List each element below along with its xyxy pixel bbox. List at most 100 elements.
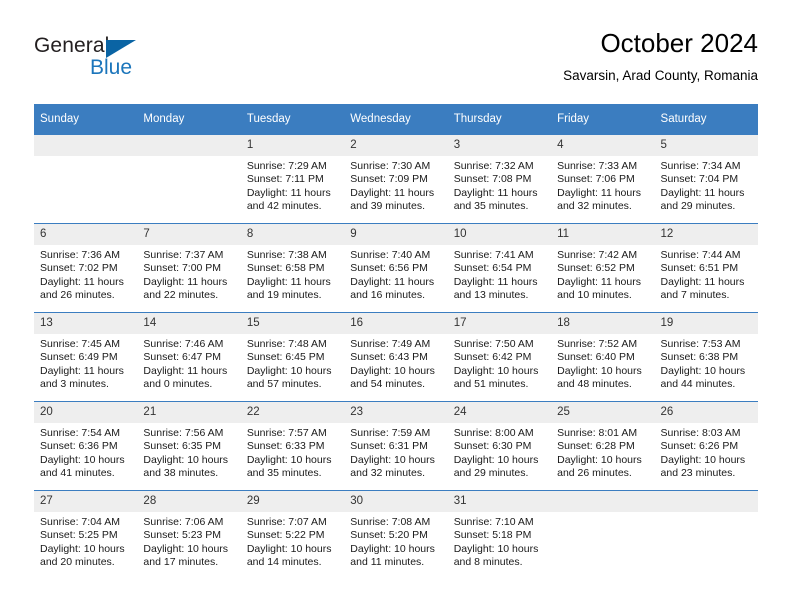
page-title: October 2024 xyxy=(600,28,758,58)
calendar-day-cell[interactable]: 20 Sunrise: 7:54 AM Sunset: 6:36 PM Dayligh… xyxy=(34,401,138,491)
calendar-day-cell[interactable]: 14 Sunrise: 7:46 AM Sunset: 6:47 PM Dayligh… xyxy=(137,312,241,402)
calendar-day-cell[interactable]: 5 Sunrise: 7:34 AM Sunset: 7:04 PM Daylight… xyxy=(654,134,758,224)
sunset-time: Sunset: 6:43 PM xyxy=(350,351,428,364)
day-number: 17 xyxy=(447,313,552,334)
sunset-time: Sunset: 6:30 PM xyxy=(453,440,532,453)
calendar-day-cell[interactable]: 29 Sunrise: 7:07 AM Sunset: 5:22 PM Dayligh… xyxy=(240,490,345,579)
calendar-day-cell[interactable]: 4 Sunrise: 7:33 AM Sunset: 7:06 PM Daylight… xyxy=(551,134,655,224)
calendar-day-cell[interactable]: 28 Sunrise: 7:06 AM Sunset: 5:23 PM Dayligh… xyxy=(137,490,241,579)
daylight-duration-line1: Daylight: 11 hours xyxy=(557,275,641,288)
day-number: 19 xyxy=(654,313,758,334)
day-details: Sunrise: 7:37 AM Sunset: 7:00 PM Daylight:… xyxy=(137,245,240,302)
day-details: Sunrise: 7:48 AM Sunset: 6:45 PM Daylight:… xyxy=(241,334,344,391)
daylight-duration-line2: and 0 minutes. xyxy=(143,377,213,390)
day-details: Sunrise: 7:56 AM Sunset: 6:35 PM Daylight:… xyxy=(137,423,240,480)
sunset-time: Sunset: 6:49 PM xyxy=(40,351,118,364)
sunrise-time: Sunrise: 7:52 AM xyxy=(557,338,638,350)
weekday-header-tuesday: Tuesday xyxy=(240,104,345,135)
day-details: Sunrise: 7:49 AM Sunset: 6:43 PM Daylight:… xyxy=(344,334,447,391)
calendar-day-cell[interactable]: 19 Sunrise: 7:53 AM Sunset: 6:38 PM Dayligh… xyxy=(654,312,758,402)
day-details: Sunrise: 8:01 AM Sunset: 6:28 PM Daylight:… xyxy=(551,423,654,480)
calendar-day-cell[interactable]: 16 Sunrise: 7:49 AM Sunset: 6:43 PM Dayligh… xyxy=(344,312,448,402)
calendar-day-cell[interactable]: 26 Sunrise: 8:03 AM Sunset: 6:26 PM Dayligh… xyxy=(654,401,758,491)
daylight-duration-line1: Daylight: 11 hours xyxy=(660,186,745,199)
daylight-duration-line2: and 48 minutes. xyxy=(557,377,632,390)
calendar-day-cell[interactable]: 15 Sunrise: 7:48 AM Sunset: 6:45 PM Dayligh… xyxy=(240,312,345,402)
sunrise-time: Sunrise: 7:49 AM xyxy=(350,338,431,350)
daylight-duration-line2: and 57 minutes. xyxy=(246,377,322,390)
calendar-day-cell[interactable]: 17 Sunrise: 7:50 AM Sunset: 6:42 PM Dayligh… xyxy=(447,312,552,402)
sunset-time: Sunset: 6:47 PM xyxy=(143,351,222,364)
sunrise-time: Sunrise: 7:53 AM xyxy=(660,338,741,350)
calendar-day-cell[interactable]: 30 Sunrise: 7:08 AM Sunset: 5:20 PM Dayligh… xyxy=(344,490,448,579)
day-details: Sunrise: 7:07 AM Sunset: 5:22 PM Daylight:… xyxy=(241,512,344,569)
sunrise-time: Sunrise: 7:48 AM xyxy=(246,338,327,350)
day-details: Sunrise: 7:38 AM Sunset: 6:58 PM Daylight:… xyxy=(241,245,344,302)
day-details: Sunrise: 7:46 AM Sunset: 6:47 PM Daylight:… xyxy=(137,334,240,391)
sunrise-time: Sunrise: 7:57 AM xyxy=(246,427,327,439)
daylight-duration-line1: Daylight: 10 hours xyxy=(350,453,435,466)
daylight-duration-line1: Daylight: 11 hours xyxy=(350,275,435,288)
calendar-day-cell[interactable]: 9 Sunrise: 7:40 AM Sunset: 6:56 PM Daylight… xyxy=(344,223,448,313)
calendar-day-cell[interactable]: 8 Sunrise: 7:38 AM Sunset: 6:58 PM Daylight… xyxy=(240,223,345,313)
general-blue-logo[interactable]: General Blue xyxy=(34,34,214,90)
sunrise-time: Sunrise: 7:40 AM xyxy=(350,249,431,261)
day-number xyxy=(34,135,138,156)
daylight-duration-line1: Daylight: 10 hours xyxy=(40,542,125,555)
sunrise-time: Sunrise: 8:01 AM xyxy=(557,427,638,439)
day-number: 14 xyxy=(137,313,241,334)
daylight-duration-line1: Daylight: 10 hours xyxy=(453,364,539,377)
logo-text-general: General xyxy=(34,34,110,57)
sunset-time: Sunset: 7:09 PM xyxy=(350,173,428,186)
calendar-day-cell-empty xyxy=(34,134,138,224)
calendar-day-cell[interactable]: 10 Sunrise: 7:41 AM Sunset: 6:54 PM Dayligh… xyxy=(447,223,552,313)
logo-text-blue: Blue xyxy=(90,56,133,79)
daylight-duration-line1: Daylight: 10 hours xyxy=(557,453,642,466)
day-details: Sunrise: 7:36 AM Sunset: 7:02 PM Daylight:… xyxy=(34,245,137,302)
sunset-time: Sunset: 7:08 PM xyxy=(453,173,532,186)
day-number: 21 xyxy=(137,402,241,423)
sunrise-time: Sunrise: 7:42 AM xyxy=(557,249,638,261)
calendar-day-cell[interactable]: 22 Sunrise: 7:57 AM Sunset: 6:33 PM Dayligh… xyxy=(240,401,345,491)
sunrise-time: Sunrise: 7:38 AM xyxy=(246,249,327,261)
calendar-day-cell[interactable]: 3 Sunrise: 7:32 AM Sunset: 7:08 PM Daylight… xyxy=(447,134,552,224)
calendar-day-cell[interactable]: 21 Sunrise: 7:56 AM Sunset: 6:35 PM Dayligh… xyxy=(137,401,241,491)
daylight-duration-line1: Daylight: 10 hours xyxy=(246,364,332,377)
calendar-day-cell[interactable]: 11 Sunrise: 7:42 AM Sunset: 6:52 PM Dayligh… xyxy=(551,223,655,313)
day-number: 11 xyxy=(551,224,655,245)
calendar-week-row: 6 Sunrise: 7:36 AM Sunset: 7:02 PM Daylight… xyxy=(34,223,758,313)
sunrise-time: Sunrise: 7:46 AM xyxy=(143,338,224,350)
daylight-duration-line2: and 19 minutes. xyxy=(246,288,322,301)
day-details: Sunrise: 8:00 AM Sunset: 6:30 PM Daylight:… xyxy=(448,423,551,480)
calendar-day-cell[interactable]: 7 Sunrise: 7:37 AM Sunset: 7:00 PM Daylight… xyxy=(137,223,241,313)
calendar-day-cell[interactable]: 27 Sunrise: 7:04 AM Sunset: 5:25 PM Dayligh… xyxy=(34,490,138,579)
day-number: 24 xyxy=(447,402,552,423)
calendar-day-cell[interactable]: 1 Sunrise: 7:29 AM Sunset: 7:11 PM Daylight… xyxy=(240,134,345,224)
calendar-day-cell[interactable]: 25 Sunrise: 8:01 AM Sunset: 6:28 PM Dayligh… xyxy=(551,401,655,491)
calendar-day-cell[interactable]: 24 Sunrise: 8:00 AM Sunset: 6:30 PM Dayligh… xyxy=(447,401,552,491)
calendar-day-cell[interactable]: 6 Sunrise: 7:36 AM Sunset: 7:02 PM Daylight… xyxy=(34,223,138,313)
calendar-day-cell[interactable]: 23 Sunrise: 7:59 AM Sunset: 6:31 PM Dayligh… xyxy=(344,401,448,491)
calendar-day-cell[interactable]: 12 Sunrise: 7:44 AM Sunset: 6:51 PM Dayligh… xyxy=(654,223,758,313)
sunset-time: Sunset: 5:20 PM xyxy=(350,529,428,542)
daylight-duration-line1: Daylight: 11 hours xyxy=(660,275,745,288)
daylight-duration-line2: and 17 minutes. xyxy=(143,555,219,568)
sunset-time: Sunset: 7:00 PM xyxy=(143,262,222,275)
day-details: Sunrise: 7:54 AM Sunset: 6:36 PM Daylight:… xyxy=(34,423,137,480)
daylight-duration-line2: and 16 minutes. xyxy=(350,288,425,301)
calendar-day-cell[interactable]: 13 Sunrise: 7:45 AM Sunset: 6:49 PM Dayligh… xyxy=(34,312,138,402)
sunrise-time: Sunrise: 8:03 AM xyxy=(660,427,741,439)
calendar-day-cell[interactable]: 2 Sunrise: 7:30 AM Sunset: 7:09 PM Daylight… xyxy=(344,134,448,224)
calendar-day-cell[interactable]: 18 Sunrise: 7:52 AM Sunset: 6:40 PM Dayligh… xyxy=(551,312,655,402)
day-number: 6 xyxy=(34,224,138,245)
sunrise-time: Sunrise: 7:29 AM xyxy=(246,160,327,172)
sunset-time: Sunset: 6:36 PM xyxy=(40,440,118,453)
calendar-day-cell[interactable]: 31 Sunrise: 7:10 AM Sunset: 5:18 PM Dayligh… xyxy=(447,490,552,579)
day-number: 13 xyxy=(34,313,138,334)
day-details: Sunrise: 7:59 AM Sunset: 6:31 PM Daylight:… xyxy=(344,423,447,480)
daylight-duration-line2: and 35 minutes. xyxy=(246,466,322,479)
sunset-time: Sunset: 5:23 PM xyxy=(143,529,222,542)
daylight-duration-line1: Daylight: 10 hours xyxy=(350,542,435,555)
daylight-duration-line1: Daylight: 11 hours xyxy=(40,275,124,288)
day-number: 26 xyxy=(654,402,758,423)
